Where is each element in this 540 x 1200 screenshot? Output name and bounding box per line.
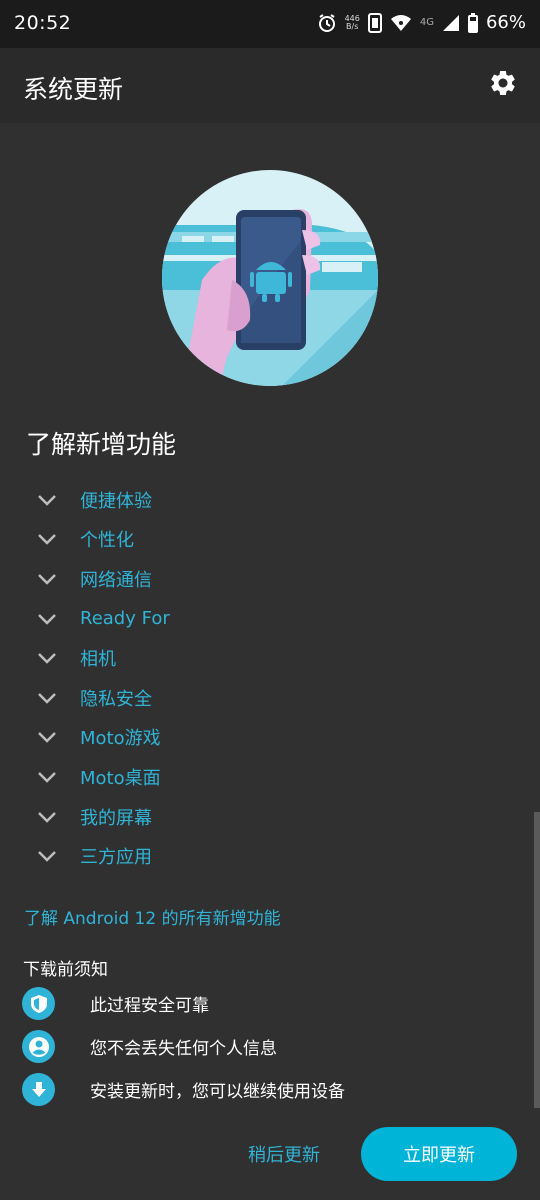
chevron-down-icon xyxy=(38,494,56,506)
feature-item[interactable]: 便捷体验 xyxy=(36,480,516,520)
feature-label: 个性化 xyxy=(80,530,134,552)
feature-label: 网络通信 xyxy=(80,569,152,591)
hero-illustration xyxy=(162,170,378,386)
notice-item: 您不会丢失任何个人信息 xyxy=(22,1030,277,1063)
feature-label: 便捷体验 xyxy=(80,490,152,512)
shield-icon xyxy=(22,987,55,1020)
notice-text: 您不会丢失任何个人信息 xyxy=(90,1039,277,1059)
feature-label: 隐私安全 xyxy=(80,688,152,710)
alarm-icon xyxy=(318,13,335,32)
status-time: 20:52 xyxy=(14,12,72,34)
chevron-down-icon xyxy=(38,772,56,783)
page-title: 系统更新 xyxy=(23,75,124,104)
notice-text: 此过程安全可靠 xyxy=(90,996,209,1016)
chevron-down-icon xyxy=(38,613,56,625)
notice-item: 此过程安全可靠 xyxy=(22,987,209,1020)
all-features-link[interactable]: 了解 Android 12 的所有新增功能 xyxy=(24,904,281,929)
feature-label: 三方应用 xyxy=(80,847,152,869)
feature-item[interactable]: 隐私安全 xyxy=(36,678,516,718)
status-bar: 20:52 446 B/s 4G 66% xyxy=(0,0,540,48)
notice-title: 下载前须知 xyxy=(23,960,108,980)
feature-label: Moto桌面 xyxy=(80,767,161,789)
chevron-down-icon xyxy=(38,732,56,744)
battery-level: 66% xyxy=(485,12,526,33)
feature-label: 我的屏幕 xyxy=(80,807,152,829)
feature-label: Moto游戏 xyxy=(80,728,161,750)
person-icon xyxy=(22,1030,55,1063)
feature-item[interactable]: 个性化 xyxy=(36,520,516,560)
update-later-button[interactable]: 稍后更新 xyxy=(232,1130,336,1178)
section-title: 了解新增功能 xyxy=(26,430,177,459)
update-now-button[interactable]: 立即更新 xyxy=(361,1127,517,1181)
feature-label: Ready For xyxy=(80,608,170,630)
signal-icon xyxy=(442,14,459,31)
feature-item[interactable]: Ready For xyxy=(36,599,516,639)
app-bar: 系统更新 xyxy=(0,48,540,123)
network-type: 4G xyxy=(419,16,434,28)
feature-list: 便捷体验 个性化 网络通信 Ready For 相机 隐私安全 Moto游戏 M… xyxy=(36,480,516,876)
chevron-down-icon xyxy=(38,534,56,546)
chevron-down-icon xyxy=(38,811,56,823)
gear-icon[interactable] xyxy=(488,68,518,98)
feature-label: 相机 xyxy=(80,649,116,671)
chevron-down-icon xyxy=(38,851,56,862)
scrollbar[interactable] xyxy=(534,812,540,1108)
download-icon xyxy=(22,1073,55,1106)
net-speed: 446 B/s xyxy=(344,13,360,31)
chevron-down-icon xyxy=(38,574,56,585)
chevron-down-icon xyxy=(38,692,56,704)
notice-item: 安装更新时，您可以继续使用设备 xyxy=(22,1073,345,1106)
status-icons: 446 B/s 4G 66% xyxy=(317,12,526,33)
notice-text: 安装更新时，您可以继续使用设备 xyxy=(90,1082,345,1102)
sim-icon xyxy=(367,12,382,33)
battery-icon xyxy=(467,12,478,33)
feature-item[interactable]: 我的屏幕 xyxy=(36,797,516,837)
feature-item[interactable]: 相机 xyxy=(36,638,516,678)
feature-item[interactable]: Moto桌面 xyxy=(36,757,516,797)
feature-item[interactable]: 网络通信 xyxy=(36,559,516,599)
chevron-down-icon xyxy=(38,653,56,664)
feature-item[interactable]: 三方应用 xyxy=(36,836,516,876)
feature-item[interactable]: Moto游戏 xyxy=(36,718,516,758)
wifi-icon xyxy=(390,14,411,31)
